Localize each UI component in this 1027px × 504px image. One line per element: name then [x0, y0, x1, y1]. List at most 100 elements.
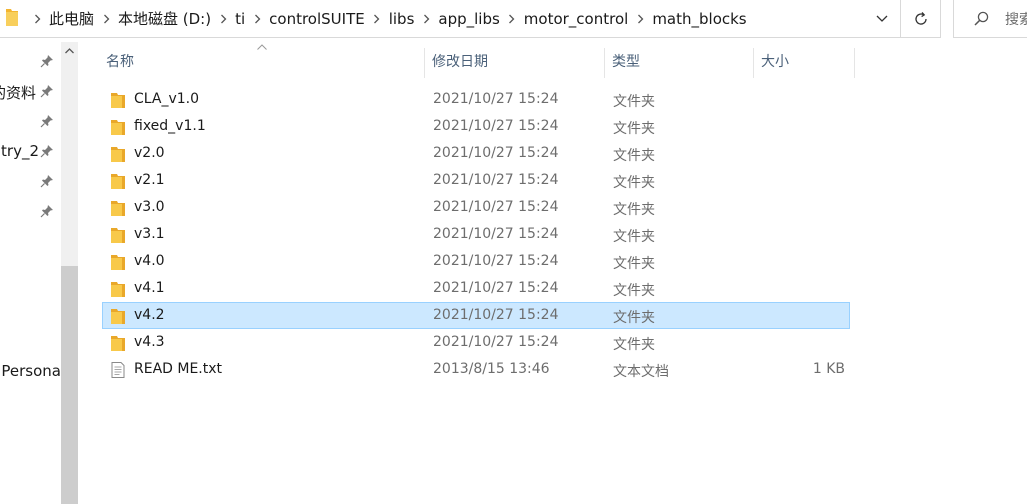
file-row[interactable]: fixed_v1.1 2021/10/27 15:24 文件夹 [102, 113, 850, 140]
breadcrumb-item[interactable]: libs [388, 10, 416, 28]
file-modified-date: 2021/10/27 15:24 [433, 199, 559, 215]
column-header-name[interactable]: 名称 [106, 44, 424, 78]
file-name[interactable]: READ ME.txt [134, 361, 222, 377]
file-row[interactable]: v4.3 2021/10/27 15:24 文件夹 [102, 329, 850, 356]
file-row[interactable]: v2.1 2021/10/27 15:24 文件夹 [102, 167, 850, 194]
file-name[interactable]: v2.0 [134, 145, 165, 161]
file-name[interactable]: v3.1 [134, 226, 165, 242]
nav-item-personal[interactable]: Persona [0, 356, 60, 386]
breadcrumb-item[interactable]: controlSUITE [268, 10, 366, 28]
search-icon [974, 11, 989, 26]
chevron-right-icon [423, 14, 430, 23]
column-divider[interactable] [604, 48, 605, 78]
file-type: 文件夹 [613, 310, 655, 326]
folder-icon [111, 174, 125, 189]
breadcrumb-item[interactable]: motor_control [523, 10, 630, 28]
folder-icon [111, 201, 125, 216]
breadcrumb-item[interactable]: app_libs [437, 10, 500, 28]
file-modified-date: 2021/10/27 15:24 [433, 307, 559, 323]
pin-icon[interactable] [40, 54, 54, 68]
folder-icon [6, 9, 18, 26]
breadcrumb-separator[interactable] [501, 14, 523, 24]
column-header-date[interactable]: 修改日期 [432, 44, 604, 78]
file-name[interactable]: v4.2 [134, 307, 165, 323]
address-bar[interactable]: 此电脑 本地磁盘 (D:) ti controlSUITE libs app_libs mo… [0, 0, 901, 38]
scrollbar-thumb[interactable] [61, 266, 78, 504]
search-input[interactable]: 搜索 [953, 0, 1027, 38]
breadcrumb-item[interactable]: 此电脑 [48, 8, 95, 29]
chevron-right-icon [34, 14, 40, 23]
pin-icon[interactable] [40, 144, 54, 158]
column-divider[interactable] [854, 48, 855, 78]
breadcrumb-separator[interactable] [629, 14, 651, 24]
folder-icon [111, 309, 125, 324]
breadcrumb-separator[interactable] [366, 14, 388, 24]
breadcrumb-item[interactable]: 本地磁盘 (D:) [117, 8, 212, 29]
file-type: 文件夹 [613, 337, 655, 353]
file-modified-date: 2021/10/27 15:24 [433, 334, 559, 350]
file-type: 文件夹 [613, 94, 655, 110]
chevron-right-icon [374, 14, 380, 23]
folder-icon [111, 147, 125, 162]
file-name[interactable]: fixed_v1.1 [134, 118, 206, 134]
file-row[interactable]: v4.2 2021/10/27 15:24 文件夹 [102, 302, 850, 329]
file-name[interactable]: v3.0 [134, 199, 165, 215]
file-name[interactable]: v4.1 [134, 280, 165, 296]
address-toolbar: 此电脑 本地磁盘 (D:) ti controlSUITE libs app_libs mo… [0, 0, 1027, 38]
column-header-size[interactable]: 大小 [761, 44, 854, 78]
file-row[interactable]: v4.0 2021/10/27 15:24 文件夹 [102, 248, 850, 275]
breadcrumb-item[interactable]: math_blocks [651, 10, 747, 28]
column-divider[interactable] [424, 48, 425, 78]
file-type: 文件夹 [613, 229, 655, 245]
chevron-right-icon [220, 14, 227, 23]
scroll-up-button[interactable] [61, 42, 78, 59]
folder-icon [111, 120, 125, 135]
breadcrumb-separator[interactable] [246, 14, 268, 24]
file-name[interactable]: CLA_v1.0 [134, 91, 199, 107]
nav-item-label: Persona [1, 362, 60, 380]
file-type: 文件夹 [613, 283, 655, 299]
column-header-type[interactable]: 类型 [612, 44, 753, 78]
file-name[interactable]: v4.0 [134, 253, 165, 269]
file-modified-date: 2021/10/27 15:24 [433, 280, 559, 296]
folder-icon [111, 282, 125, 297]
refresh-button[interactable] [901, 0, 941, 38]
breadcrumb: 此电脑 本地磁盘 (D:) ti controlSUITE libs app_libs mo… [26, 0, 748, 37]
breadcrumb-separator[interactable] [95, 14, 117, 24]
file-row[interactable]: v3.1 2021/10/27 15:24 文件夹 [102, 221, 850, 248]
file-name[interactable]: v2.1 [134, 172, 165, 188]
breadcrumb-separator[interactable] [26, 14, 48, 24]
refresh-icon [914, 11, 927, 25]
chevron-up-icon [65, 47, 74, 53]
file-modified-date: 2021/10/27 15:24 [433, 118, 559, 134]
nav-item-label: 的资料 [0, 84, 36, 102]
address-history-dropdown[interactable] [871, 9, 893, 29]
folder-icon [111, 228, 125, 243]
file-type: 文件夹 [613, 175, 655, 191]
search-placeholder: 搜索 [1005, 12, 1027, 28]
file-type: 文件夹 [613, 148, 655, 164]
file-name[interactable]: v4.3 [134, 334, 165, 350]
column-header-row: 名称 修改日期 类型 大小 [80, 44, 1027, 78]
pin-icon[interactable] [40, 84, 54, 98]
pin-icon[interactable] [40, 204, 54, 218]
column-divider[interactable] [753, 48, 754, 78]
folder-icon [111, 336, 125, 351]
pin-icon[interactable] [40, 174, 54, 188]
file-type: 文本文档 [613, 364, 669, 380]
file-row[interactable]: READ ME.txt 2013/8/15 13:46 文本文档 1 KB [102, 356, 850, 383]
file-row[interactable]: CLA_v1.0 2021/10/27 15:24 文件夹 [102, 86, 850, 113]
pin-icon[interactable] [40, 114, 54, 128]
file-row[interactable]: v2.0 2021/10/27 15:24 文件夹 [102, 140, 850, 167]
file-row[interactable]: v3.0 2021/10/27 15:24 文件夹 [102, 194, 850, 221]
file-modified-date: 2021/10/27 15:24 [433, 91, 559, 107]
file-type: 文件夹 [613, 121, 655, 137]
file-type: 文件夹 [613, 256, 655, 272]
file-modified-date: 2021/10/27 15:24 [433, 226, 559, 242]
breadcrumb-item[interactable]: ti [234, 10, 246, 28]
breadcrumb-separator[interactable] [415, 14, 437, 24]
navigation-pane: 的资料 ntry_2 Persona [0, 38, 80, 504]
breadcrumb-separator[interactable] [212, 14, 234, 24]
file-row[interactable]: v4.1 2021/10/27 15:24 文件夹 [102, 275, 850, 302]
file-size: 1 KB [812, 361, 845, 377]
